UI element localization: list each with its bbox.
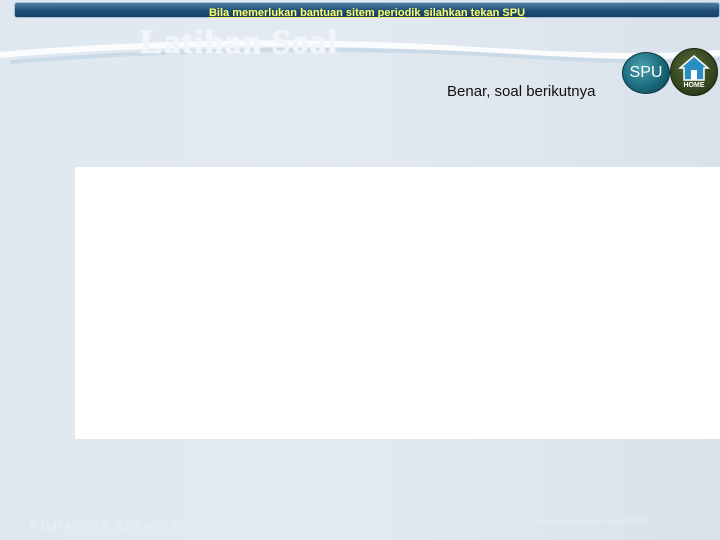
home-button[interactable]: HOME	[670, 48, 718, 96]
home-label: HOME	[683, 82, 705, 89]
question-panel	[75, 167, 720, 439]
help-banner-text: Bila memerlukan bantuan sitem periodik s…	[208, 7, 526, 19]
spu-label: SPU	[629, 64, 663, 81]
decorative-swoosh	[0, 40, 720, 64]
footer-author-text: Ihsan Hadi Darsono 085335655592	[538, 519, 649, 526]
spu-button[interactable]: SPU	[622, 52, 670, 94]
page-title: Latihan Soal	[140, 24, 339, 61]
house-icon	[678, 55, 710, 81]
footer-course-text: KIMIA SMA KELAS X	[30, 518, 181, 534]
answer-feedback: Benar, soal berikutnya	[447, 83, 596, 100]
help-banner: Bila memerlukan bantuan sitem periodik s…	[14, 2, 720, 19]
